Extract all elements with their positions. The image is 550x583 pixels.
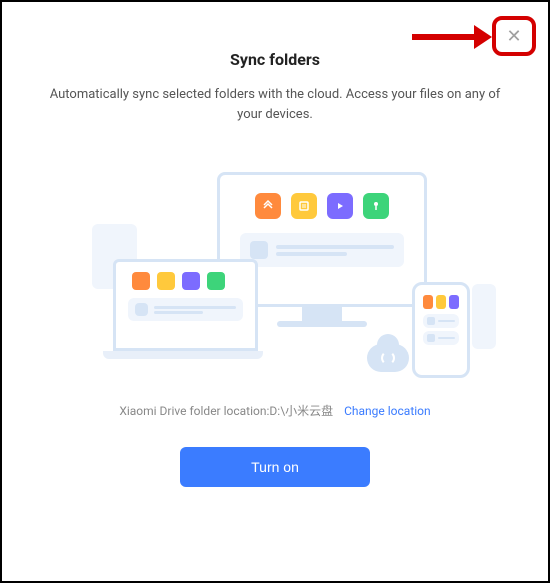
location-label: Xiaomi Drive folder location: (119, 404, 269, 418)
app-icon (157, 272, 175, 290)
app-icon (132, 272, 150, 290)
illustration-phone (412, 282, 470, 378)
annotation-arrow (412, 28, 492, 46)
app-icon (291, 193, 317, 219)
app-icon (207, 272, 225, 290)
close-icon: ✕ (506, 26, 521, 47)
app-icon (327, 193, 353, 219)
illustration-laptop (110, 259, 260, 359)
app-icon (436, 295, 446, 309)
app-icon (423, 295, 433, 309)
annotation-highlight: ✕ (492, 16, 536, 56)
drive-location-row: Xiaomi Drive folder location:D:\小米云盘 Cha… (32, 402, 518, 419)
app-icon (255, 193, 281, 219)
app-icon (182, 272, 200, 290)
close-button[interactable]: ✕ (496, 20, 532, 52)
cloud-sync-icon (367, 344, 409, 372)
app-icon (449, 295, 459, 309)
dialog-window: ✕ Sync folders Automatically sync select… (0, 0, 550, 583)
location-path: D:\小米云盘 (269, 404, 333, 418)
dialog-subtitle: Automatically sync selected folders with… (32, 85, 518, 124)
bg-decor (472, 284, 496, 349)
change-location-link[interactable]: Change location (344, 404, 431, 418)
app-icon (363, 193, 389, 219)
sync-illustration (32, 154, 518, 394)
turn-on-button[interactable]: Turn on (180, 447, 370, 487)
dialog-title: Sync folders (32, 50, 518, 69)
